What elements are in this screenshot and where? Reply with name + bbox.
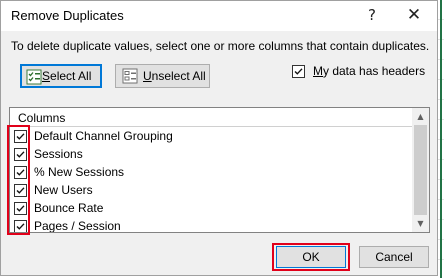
column-label: Bounce Rate — [34, 201, 104, 215]
headers-mnemonic: M — [313, 64, 323, 78]
unselect-all-label: nselect All — [151, 69, 206, 83]
columns-listbox[interactable]: Columns Default Channel Grouping Session… — [9, 107, 430, 233]
column-label: Sessions — [34, 147, 83, 161]
help-button[interactable]: ? — [357, 3, 387, 27]
close-button[interactable]: ✕ — [399, 3, 429, 27]
columns-scrollbar[interactable]: ▲ ▼ — [412, 108, 429, 232]
select-all-icon — [26, 69, 42, 85]
unselect-all-icon — [122, 68, 138, 84]
headers-checkbox[interactable] — [292, 65, 305, 78]
unselect-all-button[interactable]: Unselect All — [115, 64, 210, 88]
cancel-button[interactable]: Cancel — [359, 246, 429, 268]
scroll-up-arrow-icon[interactable]: ▲ — [412, 108, 429, 125]
column-label: New Users — [34, 183, 93, 197]
column-label: Default Channel Grouping — [34, 129, 173, 143]
headers-label: My data has headers — [313, 64, 425, 78]
instructions-text: To delete duplicate values, select one o… — [11, 39, 430, 53]
dialog-title: Remove Duplicates — [11, 8, 124, 23]
columns-header: Columns — [18, 111, 66, 125]
column-label: Pages / Session — [34, 219, 121, 233]
column-label: % New Sessions — [34, 165, 125, 179]
columns-header-divider — [10, 126, 413, 127]
ok-highlight-box — [272, 243, 350, 271]
title-bar: Remove Duplicates ? ✕ — [1, 1, 437, 31]
select-all-button[interactable]: Select All — [20, 64, 102, 88]
worksheet-edge — [440, 0, 442, 278]
scroll-thumb[interactable] — [414, 125, 427, 215]
remove-duplicates-dialog: Remove Duplicates ? ✕ To delete duplicat… — [0, 0, 438, 276]
select-all-label: elect All — [50, 69, 92, 83]
headers-label-rest: y data has headers — [323, 64, 426, 78]
scroll-down-arrow-icon[interactable]: ▼ — [412, 215, 429, 232]
select-all-mnemonic: S — [42, 69, 51, 83]
checkbox-highlight-box — [7, 125, 30, 235]
checkmark-icon — [294, 68, 303, 75]
unselect-all-mnemonic: U — [143, 69, 152, 83]
